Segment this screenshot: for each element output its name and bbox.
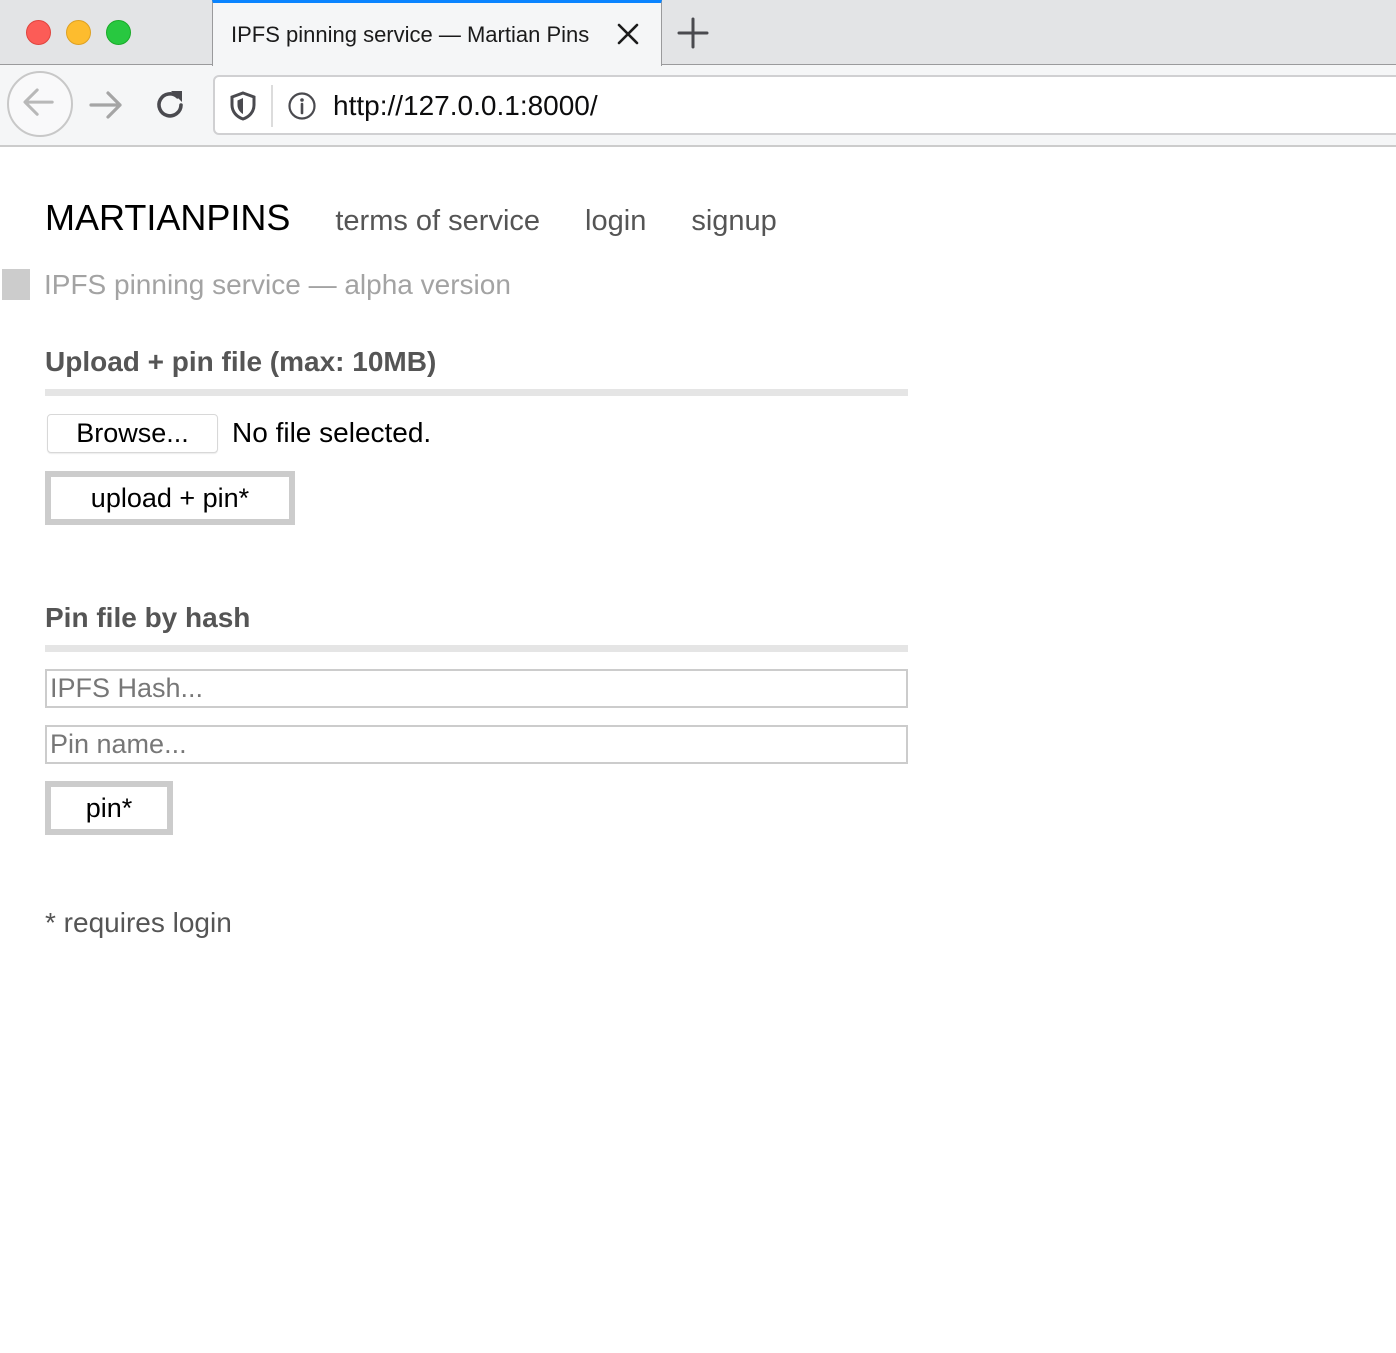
pin-button[interactable]: pin*: [45, 781, 173, 835]
window-minimize-button[interactable]: [66, 20, 91, 45]
page-content: MARTIANPINS terms of service login signu…: [0, 147, 1396, 1353]
pin-name-input[interactable]: [45, 725, 908, 764]
url-bar[interactable]: http://127.0.0.1:8000/: [213, 75, 1396, 135]
browse-file-button[interactable]: Browse...: [47, 414, 218, 453]
window-close-button[interactable]: [26, 20, 51, 45]
upload-section-title: Upload + pin file (max: 10MB): [45, 346, 437, 377]
brand-logo-link[interactable]: MARTIANPINS: [45, 197, 290, 239]
shield-icon[interactable]: [229, 91, 257, 121]
forward-arrow-icon[interactable]: [88, 87, 124, 123]
site-header-nav: MARTIANPINS terms of service login signu…: [45, 197, 822, 241]
back-button[interactable]: [7, 71, 73, 137]
reload-icon[interactable]: [152, 87, 188, 123]
nav-login[interactable]: login: [585, 205, 646, 238]
tab-bar: IPFS pinning service — Martian Pins: [0, 0, 1396, 66]
tab-title: IPFS pinning service — Martian Pins: [231, 22, 590, 47]
upload-section-divider: [45, 389, 908, 396]
url-separator: [271, 85, 273, 127]
navigation-toolbar: http://127.0.0.1:8000/: [0, 65, 1396, 147]
upload-pin-button[interactable]: upload + pin*: [45, 471, 295, 525]
info-icon[interactable]: [287, 91, 317, 121]
url-text[interactable]: http://127.0.0.1:8000/: [333, 90, 598, 122]
tagline-text: IPFS pinning service — alpha version: [44, 269, 511, 300]
requires-login-note: * requires login: [45, 907, 232, 938]
hash-section-divider: [45, 645, 908, 652]
active-tab[interactable]: IPFS pinning service — Martian Pins: [212, 0, 662, 66]
arrow-left-icon: [23, 88, 54, 116]
ipfs-hash-input[interactable]: [45, 669, 908, 708]
file-status-text: No file selected.: [232, 417, 432, 448]
new-tab-plus-icon[interactable]: [676, 16, 710, 50]
nav-signup[interactable]: signup: [691, 205, 776, 238]
close-tab-icon[interactable]: [615, 21, 641, 47]
tagline-accent-bar: [2, 269, 30, 300]
window-zoom-button[interactable]: [106, 20, 131, 45]
nav-terms-of-service[interactable]: terms of service: [335, 205, 540, 238]
hash-section-title: Pin file by hash: [45, 602, 251, 633]
